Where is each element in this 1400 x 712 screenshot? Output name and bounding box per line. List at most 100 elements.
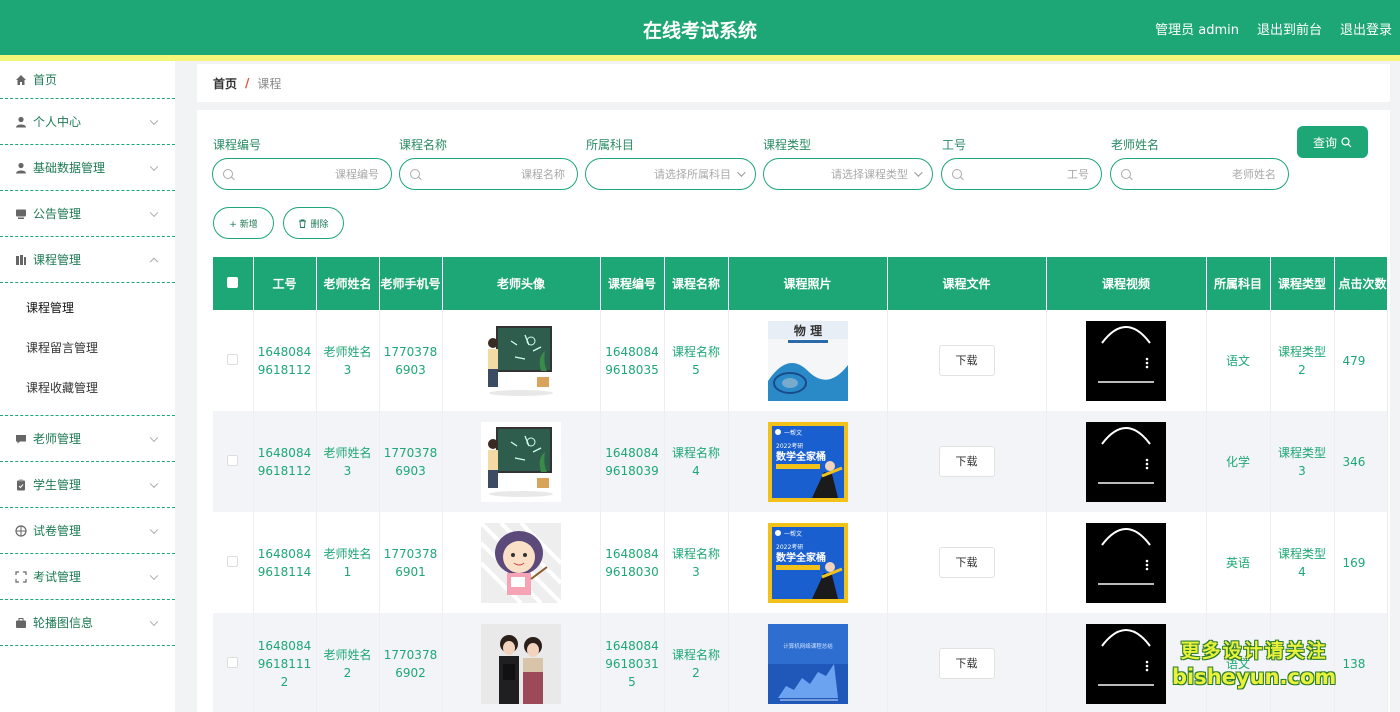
- teacher-name-input[interactable]: 老师姓名: [1110, 158, 1289, 190]
- sidebar-item-home[interactable]: 首页: [0, 61, 175, 99]
- sidebar-item-label: 考试管理: [33, 570, 82, 584]
- cell-course-no: 1648084 9618035: [600, 310, 665, 411]
- sidebar-item-student[interactable]: 学生管理: [0, 462, 175, 508]
- cell-course-file: 下载: [887, 310, 1047, 411]
- row-checkbox[interactable]: [213, 613, 254, 712]
- home-icon: [14, 73, 27, 86]
- download-button[interactable]: 下载: [938, 345, 995, 376]
- sidebar-subitem-course[interactable]: 课程管理: [0, 287, 175, 327]
- filter-label-teacher-name: 老师姓名: [1111, 138, 1160, 152]
- book-icon: [14, 253, 27, 266]
- sidebar-item-profile[interactable]: 个人中心: [0, 99, 175, 145]
- table-header-row: 工号 老师姓名 老师手机号 老师头像 课程编号 课程名称 课程照片 课程文件 课…: [213, 257, 1388, 310]
- teacher-avatar-image: [481, 320, 561, 401]
- course-submenu: 课程管理 课程留言管理 课程收藏管理: [0, 283, 175, 416]
- cell-course-name: 课程名称 5: [664, 310, 729, 411]
- search-icon: [952, 169, 962, 179]
- main-panel: 课程编号 课程名称 所属科目 课程类型 工号 老师姓名 课程编号 课程名称 请选…: [197, 110, 1390, 712]
- cell-course-name: 课程名称 3: [664, 512, 729, 613]
- cell-course-file: 下载: [887, 512, 1047, 613]
- chevron-down-icon: [149, 525, 159, 534]
- logout-link[interactable]: 退出登录: [1340, 19, 1392, 38]
- cell-course-video: [1046, 310, 1207, 411]
- sidebar-item-course[interactable]: 课程管理: [0, 237, 175, 283]
- sidebar-item-notice[interactable]: 公告管理: [0, 191, 175, 237]
- clipboard-icon: [14, 478, 27, 491]
- cell-course-type: 课程类型 4: [1270, 512, 1335, 613]
- cell-subject: 语文: [1206, 310, 1271, 411]
- chevron-down-icon: [149, 571, 159, 580]
- cell-subject: 英语: [1206, 512, 1271, 613]
- cell-course-photo: 物 理: [728, 310, 888, 411]
- column-header: 课程编号: [600, 257, 665, 310]
- sidebar-subitem-course-favorite[interactable]: 课程收藏管理: [0, 367, 175, 407]
- download-button[interactable]: 下载: [938, 648, 995, 679]
- sidebar-item-label: 个人中心: [33, 115, 82, 129]
- cell-staff-no: 1648084 9618112: [253, 310, 317, 411]
- staff-no-input[interactable]: 工号: [941, 158, 1102, 190]
- chevron-up-icon: [149, 257, 159, 266]
- course-video-player[interactable]: [1086, 623, 1166, 704]
- search-button[interactable]: 查询: [1297, 126, 1368, 158]
- cell-teacher-phone: 1770378 6901: [379, 512, 443, 613]
- filter-label-subject: 所属科目: [586, 138, 635, 152]
- teacher-avatar-image: [481, 421, 561, 502]
- table-row: 1648084 9618114 老师姓名 1 1770378 6901 1648084 961…: [213, 512, 1388, 613]
- sidebar-item-carousel[interactable]: 轮播图信息: [0, 600, 175, 646]
- teacher-avatar-image: [481, 623, 561, 704]
- cell-staff-no: 1648084 9618112: [253, 411, 317, 512]
- row-checkbox[interactable]: [213, 512, 254, 613]
- row-checkbox[interactable]: [213, 310, 254, 411]
- course-video-player[interactable]: [1086, 421, 1166, 502]
- course-video-player[interactable]: [1086, 320, 1166, 401]
- course-video-player[interactable]: [1086, 522, 1166, 603]
- search-icon: [410, 169, 420, 179]
- course-type-select[interactable]: 请选择课程类型: [763, 158, 933, 190]
- column-header: 课程文件: [887, 257, 1047, 310]
- breadcrumb-home[interactable]: 首页: [213, 75, 237, 92]
- cell-click-count: 138: [1334, 613, 1388, 712]
- sidebar-item-paper[interactable]: 试卷管理: [0, 508, 175, 554]
- course-photo-image: 一帮文 2022考研 数学全家桶: [767, 522, 848, 603]
- course-photo-image: 计算机网络课程总结: [767, 623, 848, 704]
- download-button[interactable]: 下载: [938, 547, 995, 578]
- sidebar-item-base-data[interactable]: 基础数据管理: [0, 145, 175, 191]
- column-header: 课程类型: [1270, 257, 1335, 310]
- cell-course-no: 1648084 9618039: [600, 411, 665, 512]
- sidebar-item-label: 首页: [33, 73, 58, 87]
- cell-teacher-name: 老师姓名 1: [316, 512, 380, 613]
- chevron-down-icon: [149, 162, 159, 171]
- select-all-checkbox[interactable]: [213, 257, 254, 310]
- course-name-input[interactable]: 课程名称: [399, 158, 578, 190]
- cell-course-file: 下载: [887, 613, 1047, 712]
- top-header: 在线考试系统 管理员 admin 退出到前台 退出登录: [0, 0, 1400, 55]
- sidebar-item-teacher[interactable]: 老师管理: [0, 416, 175, 462]
- watermark: 更多设计请关注 bisheyun.com: [1172, 640, 1337, 689]
- svg-text:2022考研: 2022考研: [776, 442, 803, 450]
- teacher-avatar-image: [481, 522, 561, 603]
- sidebar-item-exam[interactable]: 考试管理: [0, 554, 175, 600]
- delete-button[interactable]: 删除: [283, 207, 344, 239]
- row-checkbox[interactable]: [213, 411, 254, 512]
- cell-teacher-avatar: [442, 411, 601, 512]
- subject-select[interactable]: 请选择所属科目: [585, 158, 756, 190]
- admin-label: 管理员 admin: [1155, 23, 1239, 38]
- svg-text:2022考研: 2022考研: [776, 543, 803, 551]
- header-actions: 管理员 admin 退出到前台 退出登录: [1155, 19, 1392, 38]
- svg-text:数学全家桶: 数学全家桶: [776, 551, 826, 564]
- column-header: 老师姓名: [316, 257, 380, 310]
- table-row: 1648084 9618112 老师姓名 3 1770378 6903 1648084 961…: [213, 411, 1388, 512]
- cell-teacher-name: 老师姓名 3: [316, 310, 380, 411]
- sidebar-subitem-course-message[interactable]: 课程留言管理: [0, 327, 175, 367]
- svg-text:一帮文: 一帮文: [784, 530, 802, 538]
- cell-teacher-name: 老师姓名 3: [316, 411, 380, 512]
- to-front-link[interactable]: 退出到前台: [1257, 19, 1322, 38]
- download-button[interactable]: 下载: [938, 446, 995, 477]
- add-button[interactable]: + 新增: [213, 207, 274, 239]
- sidebar: 首页 个人中心 基础数据管理 公告管理 课程管理 课程管理 课程留言管理 课程收…: [0, 61, 175, 712]
- sidebar-item-label: 课程管理: [33, 253, 82, 267]
- sidebar-item-label: 基础数据管理: [33, 161, 106, 175]
- cell-teacher-name: 老师姓名 2: [316, 613, 380, 712]
- course-no-input[interactable]: 课程编号: [212, 158, 392, 190]
- frame-icon: [14, 570, 27, 583]
